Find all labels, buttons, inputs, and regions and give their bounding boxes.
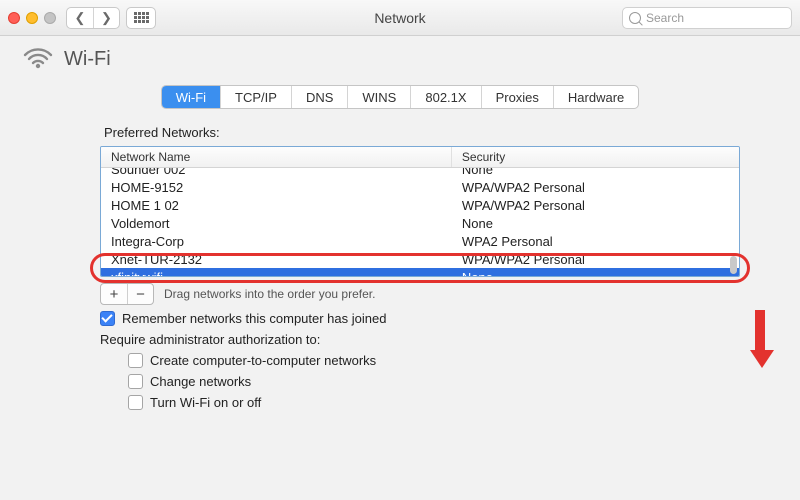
zoom-icon[interactable] — [44, 12, 56, 24]
search-icon — [629, 12, 641, 24]
close-icon[interactable] — [8, 12, 20, 24]
pane-header: Wi-Fi — [0, 36, 800, 79]
table-row[interactable]: Sounder 002None — [101, 168, 739, 178]
change-networks-row[interactable]: Change networks — [128, 374, 740, 389]
cell-security: WPA/WPA2 Personal — [452, 180, 739, 195]
tab-dns[interactable]: DNS — [291, 86, 347, 108]
cell-network-name: xfinitywifi — [101, 270, 452, 277]
table-row[interactable]: HOME 1 02WPA/WPA2 Personal — [101, 196, 739, 214]
back-button[interactable]: ❮ — [67, 8, 93, 28]
cell-network-name: HOME 1 02 — [101, 198, 452, 213]
advanced-panel: Preferred Networks: Network Name Securit… — [0, 111, 800, 410]
change-networks-checkbox[interactable] — [128, 374, 143, 389]
cell-network-name: HOME-9152 — [101, 180, 452, 195]
add-network-button[interactable]: + — [101, 284, 127, 304]
scrollbar-thumb[interactable] — [730, 256, 737, 274]
tab-proxies[interactable]: Proxies — [481, 86, 553, 108]
tab-bar: Wi-FiTCP/IPDNSWINS802.1XProxiesHardware — [0, 85, 800, 109]
table-row[interactable]: xfinitywifiNone — [101, 268, 739, 276]
titlebar: ❮ ❯ Network Search — [0, 0, 800, 36]
remove-network-button[interactable]: − — [127, 284, 153, 304]
tab-hardware[interactable]: Hardware — [553, 86, 638, 108]
column-network-name[interactable]: Network Name — [101, 147, 452, 167]
tab-tcpip[interactable]: TCP/IP — [220, 86, 291, 108]
table-body[interactable]: Sounder 002NoneHOME-9152WPA/WPA2 Persona… — [101, 168, 739, 276]
toggle-wifi-row[interactable]: Turn Wi-Fi on or off — [128, 395, 740, 410]
preferred-networks-table[interactable]: Network Name Security Sounder 002NoneHOM… — [100, 146, 740, 277]
tab-wins[interactable]: WINS — [347, 86, 410, 108]
create-adhoc-checkbox[interactable] — [128, 353, 143, 368]
create-adhoc-label: Create computer-to-computer networks — [150, 353, 376, 368]
drag-hint: Drag networks into the order you prefer. — [164, 287, 375, 301]
cell-network-name: Voldemort — [101, 216, 452, 231]
table-row[interactable]: Xnet-TUR-2132WPA/WPA2 Personal — [101, 250, 739, 268]
cell-security: None — [452, 270, 739, 277]
forward-button[interactable]: ❯ — [93, 8, 119, 28]
search-placeholder: Search — [646, 11, 684, 25]
remember-checkbox[interactable] — [100, 311, 115, 326]
show-all-button[interactable] — [126, 7, 156, 29]
cell-security: WPA/WPA2 Personal — [452, 198, 739, 213]
require-auth-label: Require administrator authorization to: — [100, 332, 740, 347]
cell-security: WPA2 Personal — [452, 234, 739, 249]
cell-security: None — [452, 168, 739, 177]
wifi-icon — [22, 44, 54, 75]
cell-security: WPA/WPA2 Personal — [452, 252, 739, 267]
preferred-networks-label: Preferred Networks: — [104, 125, 740, 140]
cell-network-name: Sounder 002 — [101, 168, 452, 177]
toggle-wifi-label: Turn Wi-Fi on or off — [150, 395, 261, 410]
nav-back-forward: ❮ ❯ — [66, 7, 120, 29]
cell-security: None — [452, 216, 739, 231]
create-adhoc-row[interactable]: Create computer-to-computer networks — [128, 353, 740, 368]
preferred-networks-wrap: Network Name Security Sounder 002NoneHOM… — [100, 146, 740, 277]
search-input[interactable]: Search — [622, 7, 792, 29]
add-remove-row: + − Drag networks into the order you pre… — [100, 283, 740, 305]
remember-label: Remember networks this computer has join… — [122, 311, 386, 326]
tab-wifi[interactable]: Wi-Fi — [162, 86, 220, 108]
cell-network-name: Xnet-TUR-2132 — [101, 252, 452, 267]
pane-title: Wi-Fi — [64, 48, 111, 71]
table-row[interactable]: HOME-9152WPA/WPA2 Personal — [101, 178, 739, 196]
cell-network-name: Integra-Corp — [101, 234, 452, 249]
table-header: Network Name Security — [101, 147, 739, 168]
toggle-wifi-checkbox[interactable] — [128, 395, 143, 410]
grid-icon — [134, 12, 149, 23]
table-row[interactable]: VoldemortNone — [101, 214, 739, 232]
minimize-icon[interactable] — [26, 12, 38, 24]
table-row[interactable]: Integra-CorpWPA2 Personal — [101, 232, 739, 250]
remember-checkbox-row[interactable]: Remember networks this computer has join… — [100, 311, 740, 326]
change-networks-label: Change networks — [150, 374, 251, 389]
column-security[interactable]: Security — [452, 147, 739, 167]
window-controls — [8, 12, 56, 24]
tab-8021x[interactable]: 802.1X — [410, 86, 480, 108]
